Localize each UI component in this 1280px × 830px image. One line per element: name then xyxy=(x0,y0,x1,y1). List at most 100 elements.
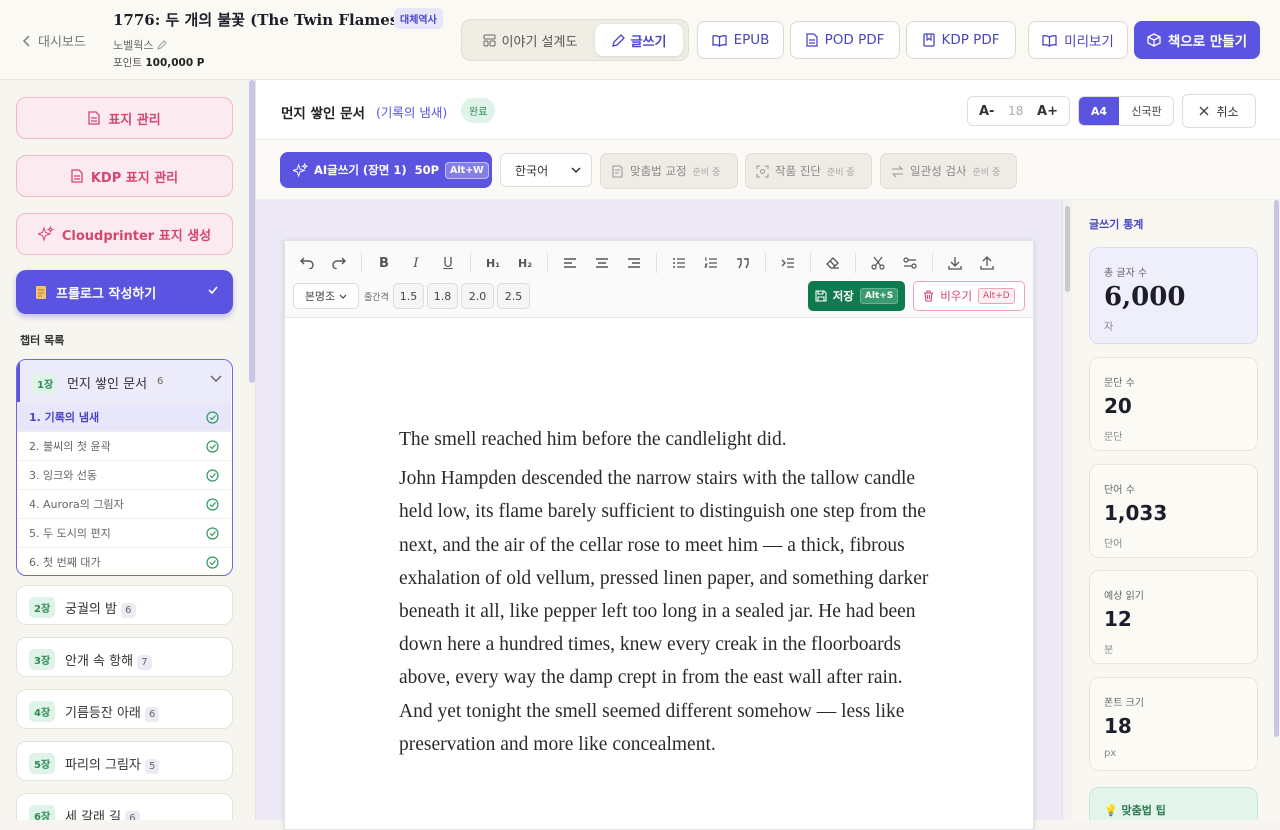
replace-icon[interactable] xyxy=(900,253,920,273)
spellcheck-button[interactable]: 맞춤법 교정 준비 중 xyxy=(600,153,738,189)
consistency-check-button[interactable]: 일관성 검사 준비 중 xyxy=(880,153,1017,189)
check-circle-icon xyxy=(206,440,219,453)
scissors-icon[interactable] xyxy=(868,253,888,273)
scene-item[interactable]: 3. 잉크와 선동 xyxy=(17,460,231,489)
align-left-icon[interactable] xyxy=(560,253,580,273)
tab-writing[interactable]: 글쓰기 xyxy=(595,24,683,56)
font-family-select[interactable]: 본명조 xyxy=(293,283,359,309)
chapter-item[interactable]: 5장 파리의 그림자 5 xyxy=(16,741,233,781)
cloudprinter-cover-button[interactable]: Cloudprinter 표지 생성 xyxy=(16,213,233,255)
scene-count: 7 xyxy=(137,655,152,670)
language-select[interactable]: 한국어 xyxy=(500,153,592,187)
download-icon[interactable] xyxy=(945,253,965,273)
stat-value: 6,000 xyxy=(1104,282,1186,312)
preview-button[interactable]: 미리보기 xyxy=(1028,21,1128,59)
kdp-cover-manage-button[interactable]: KDP 표지 관리 xyxy=(16,155,233,197)
chapter-1-header[interactable]: 1장 먼지 쌓인 문서 6 xyxy=(17,360,231,402)
stat-label: 문단 수 xyxy=(1104,378,1135,389)
trash-icon xyxy=(923,290,934,302)
underline-icon[interactable]: U xyxy=(438,253,458,273)
scene-item[interactable]: 1. 기록의 냄새 xyxy=(17,402,231,431)
back-to-dashboard-link[interactable]: 대시보드 xyxy=(22,31,86,50)
scene-item[interactable]: 6. 첫 번째 대가 xyxy=(17,547,231,575)
heading-1-icon[interactable]: H₁ xyxy=(483,253,503,273)
paper-a4-button[interactable]: A4 xyxy=(1079,97,1119,125)
paper-sinkukpan-button[interactable]: 신국판 xyxy=(1119,97,1174,125)
upload-icon[interactable] xyxy=(977,253,997,273)
sidebar-scrollbar[interactable] xyxy=(249,80,255,383)
align-center-icon[interactable] xyxy=(592,253,612,273)
undo-icon[interactable] xyxy=(297,253,317,273)
align-right-icon[interactable] xyxy=(624,253,644,273)
shortcut-hint: Alt+W xyxy=(445,161,489,179)
chapter-item[interactable]: 2장 궁궐의 밤 6 xyxy=(16,585,233,625)
chapter-item[interactable]: 6장 세 갈래 길 6 xyxy=(16,793,233,820)
scene-item[interactable]: 4. Aurora의 그림자 xyxy=(17,489,231,518)
scene-item[interactable]: 5. 두 도시의 편지 xyxy=(17,518,231,547)
chapter-title: 안개 속 항해 7 xyxy=(65,650,152,670)
save-button[interactable]: 저장 Alt+S xyxy=(808,281,905,311)
chevron-down-icon[interactable] xyxy=(210,375,222,383)
cover-manage-button[interactable]: 표지 관리 xyxy=(16,97,233,139)
epub-button[interactable]: EPUB xyxy=(697,21,784,59)
ai-write-button[interactable]: AI글쓰기 (장면 1) 50P Alt+W xyxy=(280,152,492,188)
scene-item[interactable]: 2. 불씨의 첫 윤곽 xyxy=(17,431,231,460)
italic-icon[interactable]: I xyxy=(406,253,426,273)
pod-pdf-button[interactable]: POD PDF xyxy=(790,21,900,59)
stat-label: 총 글자 수 xyxy=(1104,268,1148,279)
chevron-down-icon xyxy=(571,167,581,173)
chapter-number-badge: 4장 xyxy=(29,701,56,722)
chapter-title: 먼지 쌓인 문서 xyxy=(67,377,148,392)
heading-2-icon[interactable]: H₂ xyxy=(515,253,535,273)
clear-button[interactable]: 비우기 Alt+D xyxy=(913,281,1025,311)
indent-icon[interactable] xyxy=(778,253,798,273)
button-label: AI글쓰기 (장면 1) 50P xyxy=(314,163,440,177)
eraser-icon[interactable] xyxy=(823,253,843,273)
font-increase-button[interactable]: A+ xyxy=(1037,104,1058,119)
chapter-title: 세 갈래 길 6 xyxy=(65,806,140,820)
author-row[interactable]: 노벨웍스 xyxy=(113,37,168,53)
check-icon xyxy=(207,284,219,296)
line-height-option[interactable]: 1.5 xyxy=(393,283,424,309)
kdp-pdf-button[interactable]: KDP PDF xyxy=(906,21,1016,59)
scene-label: 2. 불씨의 첫 윤곽 xyxy=(29,440,111,453)
scene-count: 6 xyxy=(153,374,168,389)
chapter-item[interactable]: 3장 안개 속 항해 7 xyxy=(16,637,233,677)
pencil-icon[interactable] xyxy=(157,40,168,50)
bold-icon[interactable]: B xyxy=(374,253,394,273)
spelling-tip-card[interactable]: 💡 맞춤법 팁 xyxy=(1089,787,1258,820)
stat-card-words: 단어 수 1,033 단어 xyxy=(1089,464,1258,558)
bullet-list-icon[interactable] xyxy=(669,253,689,273)
chapter-title: 기름등잔 아래 6 xyxy=(65,702,160,722)
points-value: 100,000 P xyxy=(145,57,205,69)
divider xyxy=(932,253,933,273)
write-prologue-button[interactable]: 프롤로그 작성하기 xyxy=(16,270,233,314)
chapter-item[interactable]: 4장 기름등잔 아래 6 xyxy=(16,689,233,729)
scene-label: 4. Aurora의 그림자 xyxy=(29,498,124,511)
scrollbar-thumb[interactable] xyxy=(1065,206,1070,292)
editor-canvas: B I U H₁ H₂ 본명조 줄간격 1.5 1.8 2.0 2.5 저장 A… xyxy=(256,200,1062,830)
cancel-button[interactable]: 취소 xyxy=(1182,94,1256,128)
diagnosis-button[interactable]: 작품 진단 준비 중 xyxy=(745,153,872,189)
tab-story-design[interactable]: 이야기 설계도 xyxy=(470,24,590,56)
tool-status: 준비 중 xyxy=(826,167,855,178)
manuscript-text[interactable]: The smell reached him before the candlel… xyxy=(399,423,929,767)
font-decrease-button[interactable]: A- xyxy=(979,104,994,119)
quote-icon[interactable] xyxy=(733,253,753,273)
line-height-option[interactable]: 1.8 xyxy=(427,283,458,309)
line-height-option[interactable]: 2.5 xyxy=(497,283,530,309)
make-book-button[interactable]: 책으로 만들기 xyxy=(1134,21,1260,59)
language-value: 한국어 xyxy=(515,163,549,178)
check-circle-icon xyxy=(206,469,219,482)
line-height-option[interactable]: 2.0 xyxy=(461,283,494,309)
button-label: POD PDF xyxy=(824,32,885,48)
chapter-title-text: 파리의 그림자 xyxy=(65,758,141,773)
editor-scrollbar[interactable] xyxy=(1062,200,1072,820)
document-icon xyxy=(805,33,818,47)
stats-scrollbar[interactable] xyxy=(1274,200,1279,737)
font-size-value: 18 xyxy=(1008,104,1024,118)
chapter-heading: 먼지 쌓인 문서 xyxy=(281,106,365,122)
redo-icon[interactable] xyxy=(329,253,349,273)
chapter-title-text: 기름등잔 아래 xyxy=(65,706,141,721)
numbered-list-icon[interactable] xyxy=(701,253,721,273)
